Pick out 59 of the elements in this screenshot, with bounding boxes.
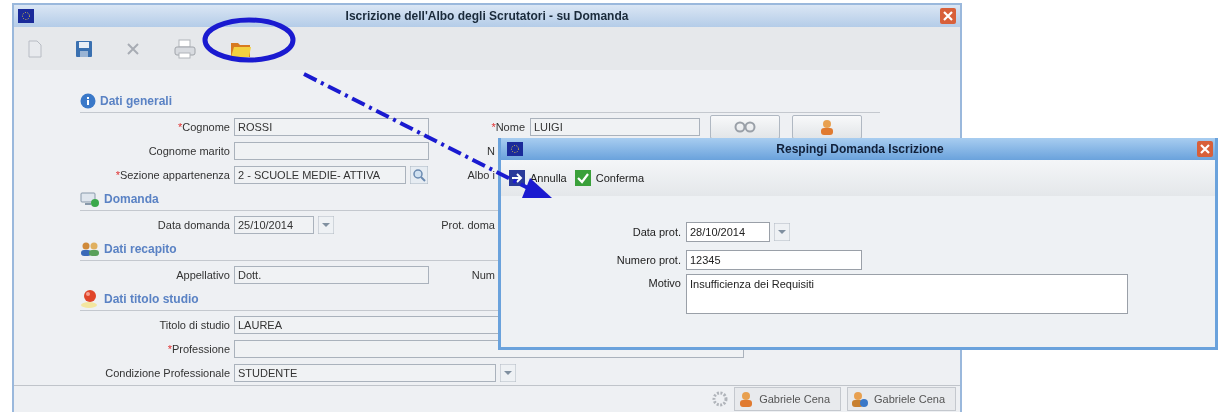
field-label: Titolo di studio [158,319,231,331]
pin-icon [80,289,100,309]
print-icon[interactable] [174,38,196,59]
search-icon[interactable] [410,166,428,184]
text-field[interactable] [234,142,429,160]
date-field[interactable]: 25/10/2014 [234,216,314,234]
flag-icon [18,9,34,23]
field-label: Albo i [466,169,495,181]
section-title: Dati titolo studio [104,292,199,306]
dialog-title: Respingi Domanda Iscrizione [775,142,945,156]
save-icon[interactable] [76,40,92,57]
text-field[interactable]: ROSSI [234,118,429,136]
person-info-icon [852,391,869,407]
field-label: Num [470,269,495,281]
people-icon [80,241,100,257]
close-icon[interactable] [940,8,956,24]
delete-icon[interactable] [126,41,140,56]
person-icon [739,391,754,407]
section-title: Dati recapito [104,242,177,256]
flag-icon [507,142,523,156]
text-area[interactable]: Insufficienza dei Requisiti [686,274,1128,314]
field-label: Data prot. [631,226,682,238]
field-label: Motivo [647,276,682,289]
field-label: *Professione [166,343,231,355]
user-name: Gabriele Cena [759,393,831,405]
field-label: Prot. doma [440,219,495,231]
window-title: Iscrizione dell'Albo degli Scrutatori - su Domanda [344,9,630,23]
user-tab[interactable]: Gabriele Cena [734,387,842,411]
user-name: Gabriele Cena [874,393,945,405]
section-title: Dati generali [100,94,173,108]
computer-icon [80,191,100,207]
dropdown-icon[interactable] [774,223,790,241]
dropdown-icon[interactable] [318,216,334,234]
field-label: Data domanda [156,219,231,231]
text-field[interactable]: 12345 [686,250,862,270]
text-field[interactable]: 2 - SCUOLE MEDIE- ATTIVA [234,166,406,184]
field-label: N [486,145,495,157]
person-icon [819,119,835,135]
close-icon[interactable] [1197,141,1213,157]
dropdown-icon[interactable] [500,364,516,382]
field-label: Cognome marito [147,145,231,157]
select-field[interactable]: STUDENTE [234,364,496,382]
confirm-button[interactable]: Conferma [572,168,646,188]
user-tab[interactable]: Gabriele Cena [847,387,956,411]
checkmark-icon [574,170,591,186]
person-button[interactable] [792,115,862,139]
text-field[interactable]: Dott. [234,266,429,284]
field-label: *Cognome [177,121,231,133]
info-icon [80,93,96,109]
section-title: Domanda [104,192,159,206]
field-label: Numero prot. [615,254,682,266]
text-field[interactable]: LUIGI [530,118,700,136]
date-field[interactable]: 28/10/2014 [686,222,770,242]
glasses-icon [734,121,756,133]
field-label: *Nome [490,121,525,133]
field-label: Appellativo [175,269,231,281]
view-button[interactable] [710,115,780,139]
field-label: *Sezione appartenenza [114,169,231,181]
field-label: Condizione Professionale [104,367,231,379]
